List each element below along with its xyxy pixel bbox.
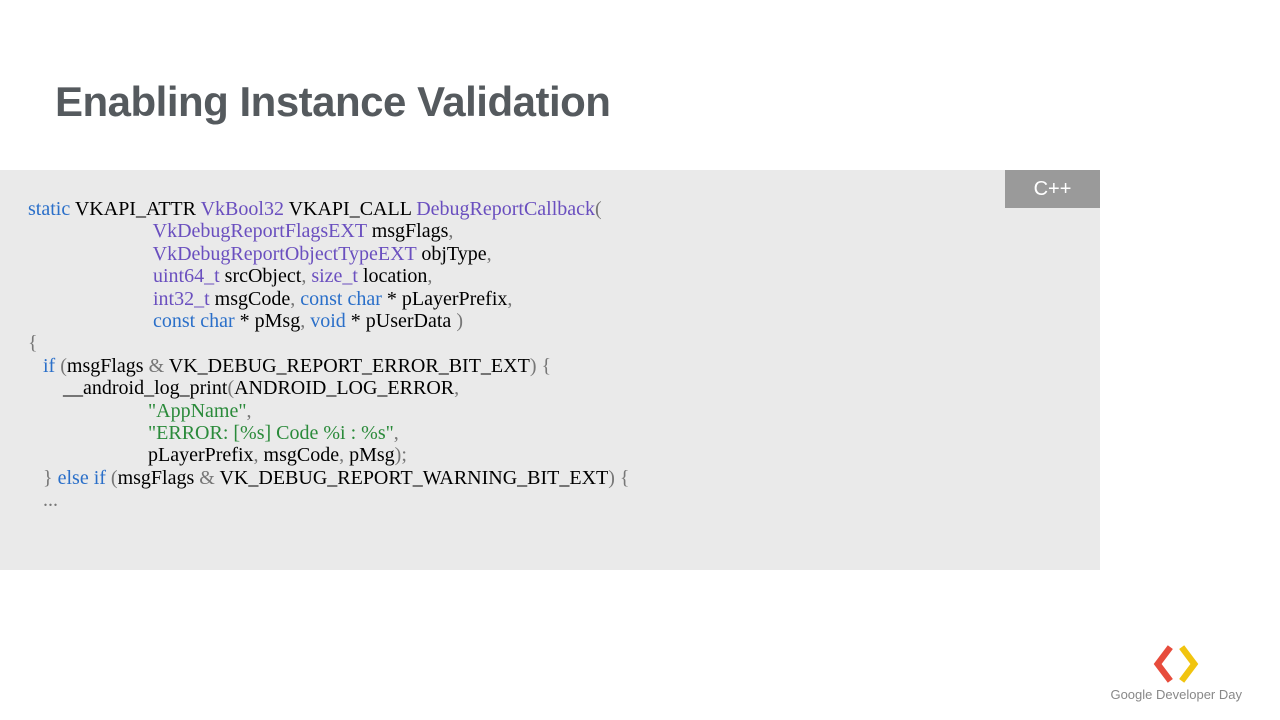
slide-title: Enabling Instance Validation xyxy=(55,78,610,126)
language-badge: C++ xyxy=(1005,170,1100,208)
chevron-logo-icon xyxy=(1110,645,1242,683)
footer-text: Google Developer Day xyxy=(1110,687,1242,702)
code-block: static VKAPI_ATTR VkBool32 VKAPI_CALL De… xyxy=(0,170,1100,570)
footer-logo: Google Developer Day xyxy=(1110,645,1242,702)
code-content: static VKAPI_ATTR VkBool32 VKAPI_CALL De… xyxy=(28,198,1072,511)
